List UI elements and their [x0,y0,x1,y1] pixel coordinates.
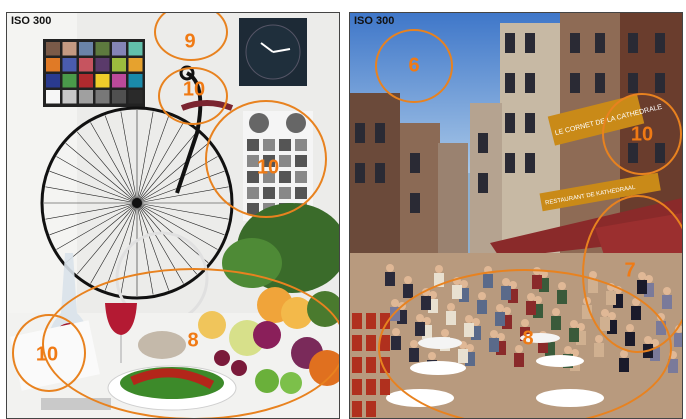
quality-score-8-crowd: 8 [522,327,534,350]
street-cafe-photo-panel: LE CORNET DE LA CATHEDRALE RESTAURANT DE… [349,12,683,419]
quality-score-10-target: 10 [256,156,280,179]
quality-score-10-book: 10 [35,343,59,366]
still-life-photo-panel: ISO 300 9 10 10 8 10 [6,12,340,419]
quality-score-6: 6 [408,54,420,77]
quality-score-7: 7 [624,259,636,282]
color-checker-chart [43,39,145,107]
quality-score-8: 8 [187,329,199,352]
iso-label: ISO 300 [354,15,395,27]
quality-score-9: 9 [184,30,196,53]
lobster-plate [107,365,237,411]
iso-label: ISO 300 [11,15,52,27]
quality-score-10-buildings: 10 [630,123,654,146]
quality-score-10-clock: 10 [182,78,206,101]
wall-clock-icon [239,18,307,86]
